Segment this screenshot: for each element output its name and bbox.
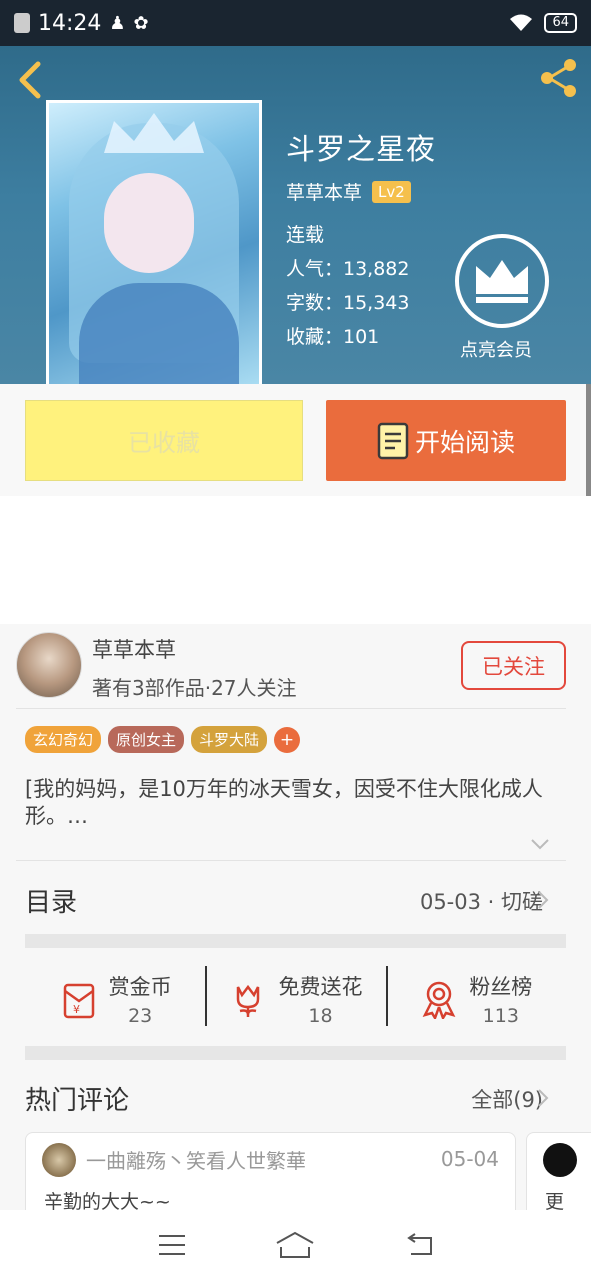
book-icon: [377, 422, 409, 459]
book-status: 连载: [286, 224, 325, 246]
system-nav-bar: [0, 1210, 591, 1280]
stat-title: 粉丝榜: [469, 975, 533, 999]
sim-icon: [14, 13, 30, 33]
tag-item[interactable]: 原创女主: [108, 726, 185, 753]
scrollbar[interactable]: [586, 384, 591, 496]
comment-date: 05-04: [440, 1147, 499, 1171]
commenter-name[interactable]: 一曲離殇丶笑看人世繁華: [86, 1145, 306, 1174]
share-icon[interactable]: [537, 56, 581, 100]
wechat-icon: ✿: [133, 12, 149, 34]
author-avatar[interactable]: [16, 632, 82, 698]
home-button[interactable]: [275, 1229, 315, 1261]
book-details: 草草本草 著有3部作品·27人关注 已关注 玄幻奇幻 原创女主 斗罗大陆 + […: [0, 624, 591, 1222]
section-divider-band: [25, 934, 566, 948]
section-divider-band: [25, 1046, 566, 1060]
red-envelope-icon: ¥: [63, 983, 94, 1019]
book-word-count: 字数：15,343: [286, 292, 410, 314]
comment-card[interactable]: 一曲離殇丶笑看人世繁華 05-04 辛勤的大大~~: [25, 1132, 516, 1222]
add-tag-button[interactable]: +: [274, 726, 301, 753]
qq-icon: ♟: [109, 12, 126, 34]
author-card-stats: 著有3部作品·27人关注: [92, 676, 297, 700]
back-nav-icon: [407, 1233, 433, 1255]
home-icon: [276, 1231, 314, 1258]
book-favorites: 收藏：101: [286, 326, 380, 348]
menu-button[interactable]: [152, 1229, 192, 1261]
tag-item[interactable]: 玄幻奇幻: [25, 726, 102, 753]
start-reading-button[interactable]: 开始阅读: [326, 400, 566, 481]
follow-button[interactable]: 已关注: [461, 641, 566, 690]
author-name[interactable]: 草草本草: [286, 178, 362, 205]
battery-indicator: 64: [544, 13, 577, 33]
divider: [16, 708, 566, 709]
stats-row: ¥ 赏金币 23 免费送花 18 粉丝榜 113: [25, 954, 566, 1044]
tag-item[interactable]: 斗罗大陆: [191, 726, 268, 753]
medal-icon: [422, 981, 456, 1019]
back-arrow-icon[interactable]: [14, 60, 48, 100]
commenter-avatar[interactable]: [543, 1143, 577, 1177]
reward-coins-button[interactable]: ¥ 赏金币 23: [25, 954, 205, 1044]
chevron-down-icon[interactable]: [530, 838, 550, 850]
vip-label[interactable]: 点亮会员: [460, 336, 532, 362]
tag-list: 玄幻奇幻 原创女主 斗罗大陆 +: [25, 726, 301, 753]
book-header: 斗罗之星夜 草草本草 Lv2 连载 人气：13,882 字数：15,343 收藏…: [0, 46, 591, 384]
fan-rank-button[interactable]: 粉丝榜 113: [385, 954, 566, 1044]
svg-text:¥: ¥: [73, 1003, 80, 1016]
wifi-icon: [510, 14, 533, 31]
status-time: 14:24: [38, 10, 102, 36]
author-row[interactable]: 草草本草 Lv2: [286, 178, 411, 205]
toc-latest-chapter[interactable]: 05-03 · 切磋: [420, 886, 543, 916]
author-level-badge: Lv2: [372, 180, 411, 203]
book-title: 斗罗之星夜: [286, 132, 437, 166]
status-bar: 14:24 ♟ ✿ 64: [0, 0, 591, 46]
toc-label[interactable]: 目录: [25, 882, 77, 919]
stat-title: 赏金币: [108, 975, 172, 999]
menu-icon: [158, 1235, 185, 1255]
stat-title: 免费送花: [278, 975, 363, 999]
stat-value: 113: [482, 1005, 519, 1027]
stat-value: 18: [308, 1005, 333, 1027]
book-popularity: 人气：13,882: [286, 258, 410, 280]
back-button[interactable]: [399, 1229, 439, 1261]
comment-card[interactable]: 更: [526, 1132, 591, 1222]
start-reading-label: 开始阅读: [414, 427, 515, 457]
hot-comments-label: 热门评论: [25, 1086, 130, 1116]
flower-icon: [237, 984, 260, 1017]
book-intro[interactable]: [我的妈妈，是10万年的冰天雪女，因受不住大限化成人形。…: [25, 776, 570, 830]
divider: [16, 860, 566, 861]
chevron-right-icon[interactable]: [537, 890, 549, 910]
favorited-button[interactable]: 已收藏: [25, 400, 303, 481]
author-card-name[interactable]: 草草本草: [92, 634, 176, 664]
crown-icon: [476, 260, 528, 303]
all-comments-link[interactable]: 全部(9): [471, 1084, 543, 1114]
vip-button[interactable]: [455, 234, 549, 328]
commenter-avatar[interactable]: [42, 1143, 76, 1177]
chevron-right-icon[interactable]: [537, 1088, 549, 1108]
free-flowers-button[interactable]: 免费送花 18: [205, 954, 385, 1044]
action-buttons: 已收藏 开始阅读: [0, 384, 591, 496]
book-cover-image[interactable]: [46, 100, 262, 384]
stat-value: 23: [128, 1005, 153, 1027]
